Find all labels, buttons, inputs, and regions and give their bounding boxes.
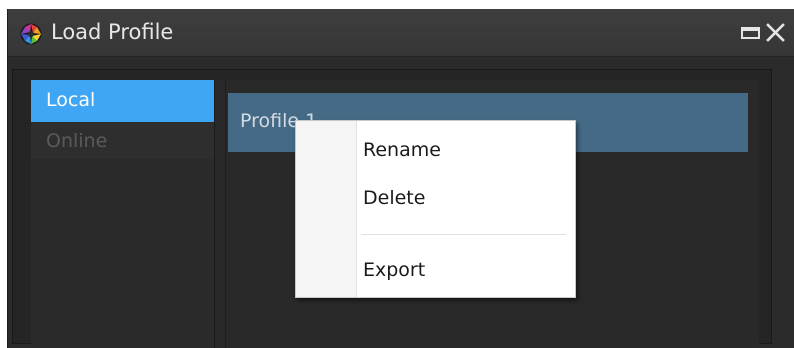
window-title: Load Profile (51, 20, 174, 44)
menu-item-export[interactable]: Export (358, 250, 572, 290)
menu-item-rename[interactable]: Rename (358, 130, 572, 170)
close-button[interactable] (764, 22, 788, 44)
source-sidebar: Local Online (31, 80, 215, 348)
maximize-icon (741, 27, 760, 39)
tab-local[interactable]: Local (31, 80, 215, 122)
menu-item-delete[interactable]: Delete (358, 178, 572, 218)
context-menu: Rename Delete Export (295, 120, 576, 298)
maximize-button[interactable] (740, 22, 762, 44)
tab-online[interactable]: Online (31, 123, 215, 159)
menu-separator (361, 234, 566, 235)
menu-icon-gutter (296, 121, 357, 297)
colorful-aperture-icon (20, 23, 42, 45)
list-divider (225, 80, 226, 348)
close-icon (766, 23, 785, 42)
title-bar[interactable]: Load Profile (8, 9, 794, 57)
